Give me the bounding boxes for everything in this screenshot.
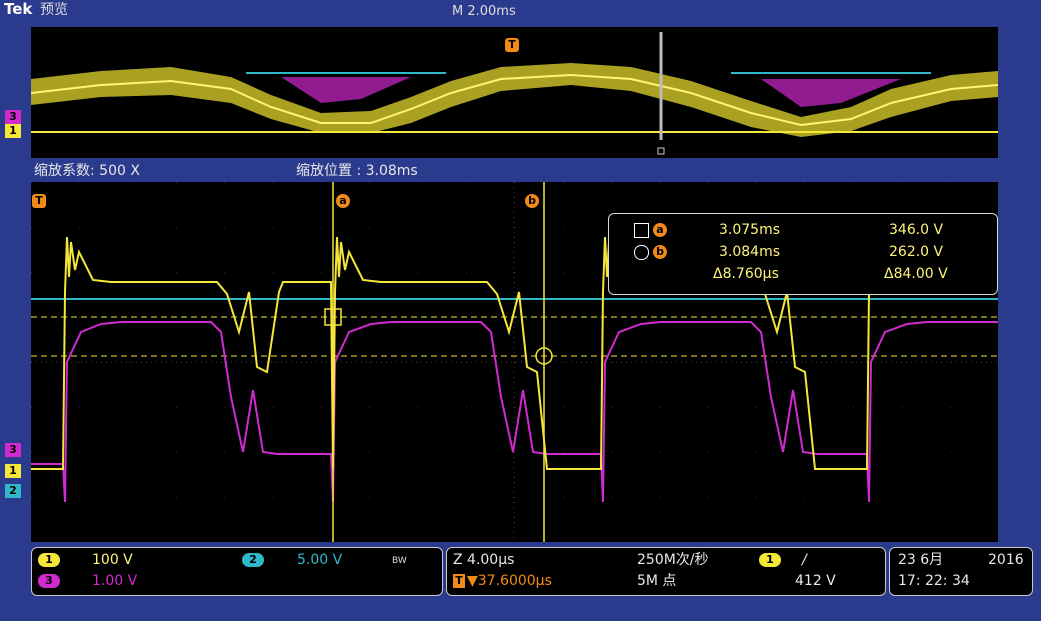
ch2-ground-marker[interactable]: 2 [5,484,21,498]
cursor-a-voltage: 346.0 V [889,222,944,238]
ch2-badge[interactable]: 2 [242,553,264,567]
trigger-position-marker[interactable]: T [32,194,46,208]
cursor-a-time: 3.075ms [719,222,781,238]
mode-label: 预览 [40,2,68,18]
year-label: 2016 [988,552,1024,568]
ch3-ground-marker[interactable]: 3 [5,443,21,457]
clock-panel[interactable]: 23 6月 2016 17: 22: 34 [889,547,1033,596]
cursor-a-marker[interactable]: a [336,194,350,208]
ch1-badge[interactable]: 1 [38,553,60,567]
cursor-b-voltage: 262.0 V [889,244,944,260]
zoom-timebase[interactable]: Z 4.00µs [453,552,514,568]
cursor-readout[interactable]: a 3.075ms 346.0 V b 3.084ms 262.0 V Δ8.7… [608,213,998,295]
time-label: 17: 22: 34 [898,573,970,589]
ch3-scale[interactable]: 1.00 V [92,573,137,589]
trigger-level[interactable]: 412 V [795,573,836,589]
ch2-bandwidth-limit: BW [392,556,407,566]
ch1-ground-marker[interactable]: 1 [5,464,21,478]
zoom-factor: 缩放系数: 500 X [34,163,140,179]
zoom-position: 缩放位置 : 3.08ms [296,163,418,179]
ch3-badge[interactable]: 3 [38,574,60,588]
main-timebase: M 2.00ms [452,4,516,19]
overview-ch1-marker[interactable]: 1 [5,124,21,138]
readout-cursor-b-marker: b [653,245,667,259]
channel-scale-panel[interactable]: 1 100 V 2 5.00 V BW 3 1.00 V [31,547,443,596]
date-label: 23 6月 [898,552,944,568]
horizontal-trigger-panel[interactable]: Z 4.00µs T ▼37.6000µs 250M次/秒 5M 点 1 / 4… [446,547,886,596]
square-cursor-icon [634,223,649,238]
ch2-scale[interactable]: 5.00 V [297,552,342,568]
cursor-b-time: 3.084ms [719,244,781,260]
brand-logo: Tek [4,0,33,18]
readout-cursor-a-marker: a [653,223,667,237]
ch1-scale[interactable]: 100 V [92,552,133,568]
overview-trigger-marker[interactable]: T [505,38,519,52]
trigger-source-badge[interactable]: 1 [759,553,781,567]
sample-rate: 250M次/秒 [637,552,709,568]
overview-ch3-marker[interactable]: 3 [5,110,21,124]
delta-time: Δ8.760µs [713,266,779,282]
trigger-position-icon: T [453,574,465,588]
trigger-slope[interactable]: / [802,552,807,568]
cursor-b-marker[interactable]: b [525,194,539,208]
delta-voltage: Δ84.00 V [884,266,948,282]
horizontal-position[interactable]: ▼37.6000µs [467,573,552,589]
circle-cursor-icon [634,245,649,260]
record-length: 5M 点 [637,573,677,589]
